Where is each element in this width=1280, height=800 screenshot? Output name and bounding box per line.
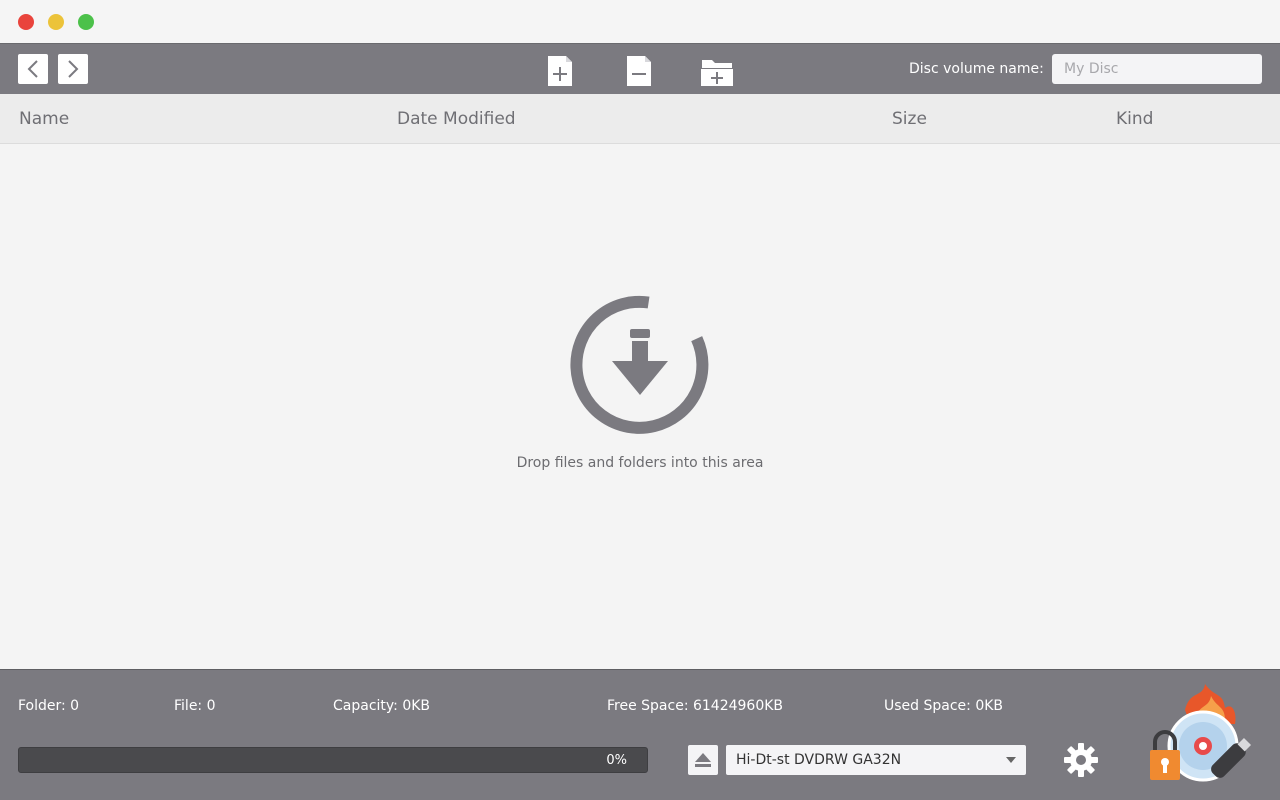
back-button[interactable] <box>18 54 48 84</box>
add-file-button[interactable] <box>543 54 577 88</box>
remove-file-button[interactable] <box>622 54 656 88</box>
chevron-down-icon <box>1006 757 1016 763</box>
chevron-left-icon <box>27 60 38 78</box>
add-folder-icon <box>701 60 733 86</box>
drop-hint-text: Drop files and folders into this area <box>516 455 764 471</box>
column-name[interactable]: Name <box>19 109 69 129</box>
add-folder-button[interactable] <box>699 54 733 88</box>
capacity-value: Capacity: 0KB <box>333 698 431 714</box>
burn-progress-bar: 0% <box>18 747 648 773</box>
status-bar: Folder: 0 File: 0 Capacity: 0KB Free Spa… <box>0 669 1280 800</box>
toolbar: Disc volume name: <box>0 44 1280 94</box>
used-space-value: Used Space: 0KB <box>884 698 1004 714</box>
window-close-button[interactable] <box>18 14 34 30</box>
column-size[interactable]: Size <box>892 109 927 129</box>
file-count: File: 0 <box>174 698 216 714</box>
progress-percent: 0% <box>606 753 627 768</box>
gear-icon[interactable] <box>1063 742 1099 778</box>
remove-file-icon <box>627 56 651 86</box>
free-space-value: Free Space: 61424960KB <box>607 698 784 714</box>
title-bar <box>0 0 1280 44</box>
eject-icon <box>695 753 711 767</box>
forward-button[interactable] <box>58 54 88 84</box>
add-file-icon <box>548 56 572 86</box>
folder-count: Folder: 0 <box>18 698 80 714</box>
column-header: Name Date Modified Size Kind <box>0 94 1280 144</box>
window-maximize-button[interactable] <box>78 14 94 30</box>
app-logo <box>1150 684 1252 782</box>
window-minimize-button[interactable] <box>48 14 64 30</box>
drive-select[interactable]: Hi-Dt-st DVDRW GA32N <box>726 745 1026 775</box>
download-arrow-icon <box>570 295 709 434</box>
drive-selected-value: Hi-Dt-st DVDRW GA32N <box>736 752 902 768</box>
eject-button[interactable] <box>688 745 718 775</box>
chevron-right-icon <box>68 60 79 78</box>
disc-volume-input[interactable] <box>1052 54 1262 84</box>
disc-volume-label: Disc volume name: <box>909 61 1044 77</box>
column-date-modified[interactable]: Date Modified <box>397 109 516 129</box>
drop-area[interactable]: Drop files and folders into this area <box>0 144 1280 669</box>
column-kind[interactable]: Kind <box>1116 109 1153 129</box>
